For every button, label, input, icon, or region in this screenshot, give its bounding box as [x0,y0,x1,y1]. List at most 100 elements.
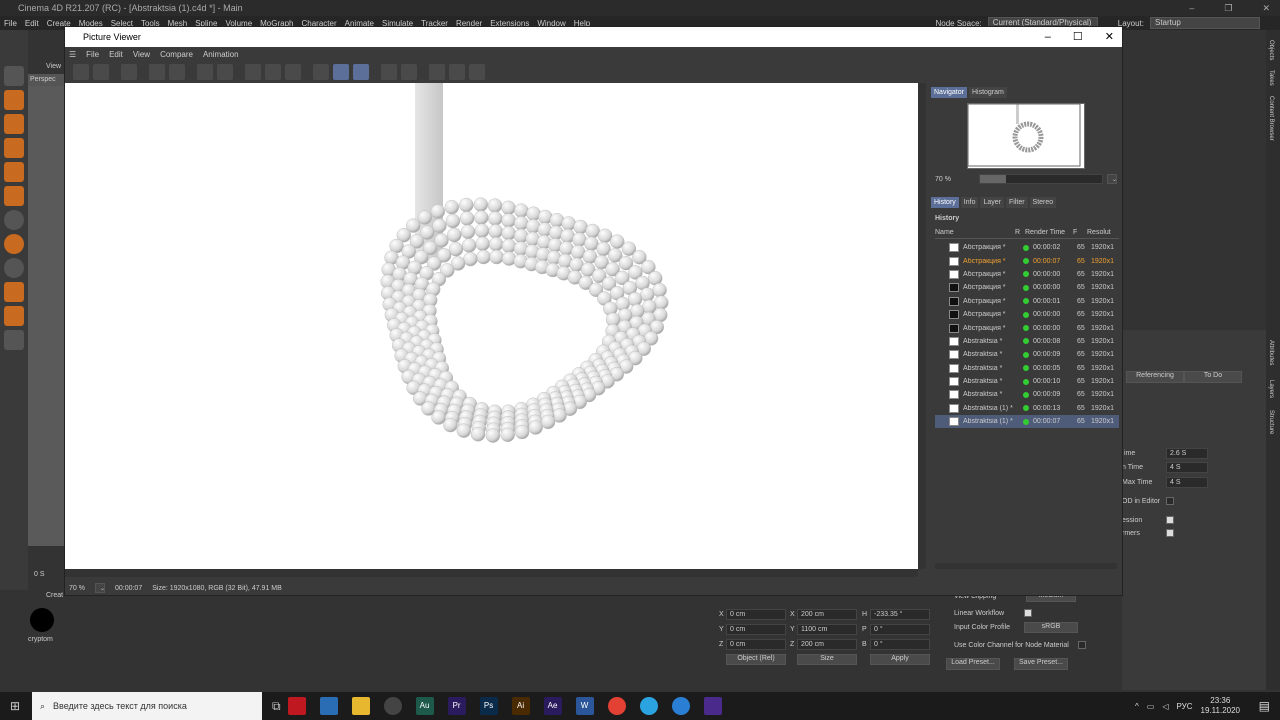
input-color-profile-dropdown[interactable]: sRGB [1024,622,1078,633]
layout1-icon[interactable] [429,64,445,80]
history-row[interactable]: Абстракция * 00:00:00 65 1920x1 [935,321,1119,334]
pv-hamburger-icon[interactable]: ☰ [69,50,76,59]
lod-checkbox[interactable] [1166,497,1174,505]
lock-icon[interactable] [4,330,24,350]
aftereffects-icon[interactable]: Ae [543,697,562,715]
chevron-up-icon[interactable]: ^ [1135,702,1139,711]
col-render-time[interactable]: Render Time [1025,229,1073,238]
cinema4d-icon[interactable] [383,697,402,715]
size-mode-dropdown[interactable]: Size [797,654,857,665]
snap-orange-icon[interactable] [4,234,24,254]
pv-menu-compare[interactable]: Compare [160,50,193,59]
zoom-dropdown-icon[interactable]: ⌄ [94,583,105,593]
tab-stereo[interactable]: Stereo [1029,197,1057,208]
history-row[interactable]: Abstraktsia * 00:00:09 65 1920x1 [935,388,1119,401]
axis-tool-icon[interactable] [4,186,24,206]
history-row[interactable]: Абстракция * 00:00:07 65 1920x1 [935,254,1119,267]
chrome-icon[interactable] [607,697,626,715]
snap-icon[interactable] [4,210,24,230]
zoom-icon[interactable] [169,64,185,80]
pos-z-field[interactable]: 0 cm [726,639,786,650]
app-blue-icon[interactable] [319,697,338,715]
pv-menu-view[interactable]: View [133,50,150,59]
ormers-checkbox[interactable] [1166,529,1174,537]
app-red-icon[interactable] [287,697,306,715]
magnet-icon[interactable] [4,282,24,302]
material-swatch[interactable] [30,608,54,632]
pv-menu-animation[interactable]: Animation [203,50,239,59]
ession-checkbox[interactable] [1166,516,1174,524]
polygon-tool-icon[interactable] [4,162,24,182]
clock[interactable]: 23:36 19.11.2020 [1201,696,1240,716]
network-icon[interactable]: ▭ [1147,702,1155,711]
history-row[interactable]: Abstraktsia (1) * 00:00:13 65 1920x1 [935,402,1119,415]
rot-b-field[interactable]: 0 ° [870,639,930,650]
history-row[interactable]: Abstraktsia * 00:00:10 65 1920x1 [935,375,1119,388]
grid-icon[interactable] [4,306,24,326]
pv-minimize-icon[interactable]: – [1045,27,1051,47]
set-b-icon[interactable] [401,64,417,80]
tab-objects[interactable]: Objects [1268,40,1274,60]
apply-button[interactable]: Apply [870,654,930,665]
history-row[interactable]: Абстракция * 00:00:02 65 1920x1 [935,241,1119,254]
ntime-field[interactable]: 4 S [1166,462,1208,473]
nav-zoom-dropdown-icon[interactable]: ⌄ [1107,174,1117,184]
rot-h-field[interactable]: -233.35 ° [870,609,930,620]
open-icon[interactable] [73,64,89,80]
save-icon[interactable] [93,64,109,80]
close-icon[interactable]: ✕ [1262,0,1270,16]
minimize-icon[interactable]: – [1189,0,1194,16]
checker-tool-icon[interactable] [4,114,24,134]
col-f[interactable]: F [1073,229,1087,238]
col-name[interactable]: Name [935,229,1015,238]
viewport[interactable] [28,86,64,546]
size-x-field[interactable]: 200 cm [797,609,857,620]
stop-icon[interactable] [121,64,137,80]
navigator-thumbnail[interactable] [967,103,1085,169]
coord-mode-dropdown[interactable]: Object (Rel) [726,654,786,665]
rot-p-field[interactable]: 0 ° [870,624,930,635]
notifications-icon[interactable]: ▤ [1259,699,1270,713]
volume-icon[interactable]: ◁ [1162,702,1168,711]
menu-edit[interactable]: Edit [21,19,43,28]
restore-icon[interactable]: ❐ [1224,0,1232,16]
referencing-tab[interactable]: Referencing [1126,371,1184,383]
app-purple-icon[interactable] [703,697,722,715]
tab-takes[interactable]: Takes [1268,70,1274,86]
photoshop-icon[interactable]: Ps [479,697,498,715]
objects-panel[interactable] [1122,30,1266,330]
history-row[interactable]: Абстракция * 00:00:00 65 1920x1 [935,281,1119,294]
view-menu[interactable]: View [28,60,64,74]
load-preset-button[interactable]: Load Preset... [946,658,1000,670]
pv-menu-edit[interactable]: Edit [109,50,123,59]
render-canvas[interactable] [65,83,918,569]
history-row[interactable]: Abstraktsia * 00:00:05 65 1920x1 [935,362,1119,375]
pv-maximize-icon[interactable]: ☐ [1073,27,1083,47]
history-row[interactable]: Abstraktsia * 00:00:08 65 1920x1 [935,335,1119,348]
pos-y-field[interactable]: 0 cm [726,624,786,635]
size-z-field[interactable]: 200 cm [797,639,857,650]
col-resolution[interactable]: Resolut [1087,229,1117,238]
tab-history[interactable]: History [931,197,959,208]
save-preset-button[interactable]: Save Preset... [1014,658,1068,670]
history-row[interactable]: Абстракция * 00:00:00 65 1920x1 [935,308,1119,321]
au-icon[interactable]: Au [415,697,434,715]
canvas-hscroll[interactable] [65,569,918,577]
channel-icon[interactable] [313,64,329,80]
move-tool-icon[interactable] [4,66,24,86]
pos-x-field[interactable]: 0 cm [726,609,786,620]
history-row[interactable]: Абстракция * 00:00:00 65 1920x1 [935,268,1119,281]
taskbar-search[interactable]: ⌕ Введите здесь текст для поиска [32,692,262,720]
pv-menu-file[interactable]: File [86,50,99,59]
tab-attributes[interactable]: Attributes [1268,340,1274,365]
tab-layer[interactable]: Layer [980,197,1004,208]
paste-icon[interactable] [217,64,233,80]
layout2-icon[interactable] [449,64,465,80]
tab-navigator[interactable]: Navigator [931,87,967,98]
tab-content-browser[interactable]: Content Browser [1268,96,1274,141]
history-row[interactable]: Abstraktsia * 00:00:09 65 1920x1 [935,348,1119,361]
language-indicator[interactable]: РУС [1177,702,1193,711]
edges-tool-icon[interactable] [4,138,24,158]
cube-tool-icon[interactable] [4,90,24,110]
telegram-icon[interactable] [639,697,658,715]
